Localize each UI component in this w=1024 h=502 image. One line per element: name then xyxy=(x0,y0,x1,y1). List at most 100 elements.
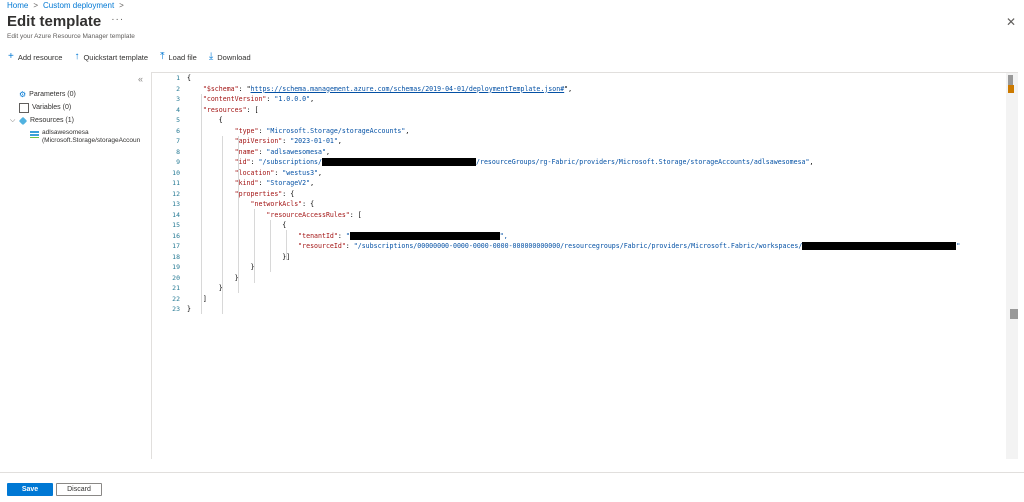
variables-label: Variables (0) xyxy=(32,104,72,111)
line-number: 22 xyxy=(172,294,180,303)
redacted-block xyxy=(349,231,500,240)
document-icon xyxy=(19,102,29,113)
line-number: 21 xyxy=(172,284,180,292)
save-button[interactable]: Save xyxy=(7,483,53,496)
line-number-gutter: 1 2 3 4 5 6 7 8 9 10 11 12 13 14 15 16 17 18 19 20 21 22 23 xyxy=(152,73,180,315)
line-number: 2 xyxy=(176,84,180,93)
quickstart-label: Quickstart template xyxy=(83,52,149,62)
add-resource-label: Add resource xyxy=(17,52,63,62)
code-line-23: } xyxy=(187,305,191,313)
line-number: 10 xyxy=(172,168,180,177)
download-button[interactable]: ⤓ Download xyxy=(209,52,251,62)
code-line-20: } xyxy=(187,273,239,282)
code-line-14: "resourceAccessRules": [ xyxy=(266,210,362,219)
line-number: 20 xyxy=(172,273,180,282)
code-line-8: "name": "adlsawesomesa", xyxy=(234,147,330,156)
code-line-15: { xyxy=(187,221,287,229)
breadcrumb-home[interactable]: Home xyxy=(7,1,28,10)
code-editor[interactable]: 1 2 3 4 5 6 7 8 9 10 11 12 13 14 15 16 17 18 19 20 21 22 23 { … xyxy=(151,72,1018,459)
scrollbar-marker xyxy=(1008,85,1014,93)
load-file-label: Load file xyxy=(168,52,197,62)
schema-link[interactable]: https://schema.management.azure.com/sche… xyxy=(251,85,565,93)
resource-name: adlsawesomesa xyxy=(42,129,89,136)
line-number: 9 xyxy=(176,158,180,166)
gear-icon: ⚙ xyxy=(19,90,27,99)
code-line-19: } xyxy=(187,263,255,271)
upload-icon: ⤒ xyxy=(160,51,165,62)
more-options-icon[interactable]: ··· xyxy=(111,14,124,25)
breadcrumb: Home > Custom deployment > xyxy=(7,1,124,10)
redacted-block xyxy=(802,242,957,250)
breadcrumb-separator-icon: > xyxy=(33,1,39,10)
title-row: Edit template ··· xyxy=(7,13,124,30)
parameters-label: Parameters (0) xyxy=(29,91,76,98)
tree-item-resources[interactable]: ⌵ Resources (1) xyxy=(10,114,140,127)
storage-account-icon xyxy=(30,131,39,138)
line-number: 12 xyxy=(172,189,180,198)
line-number: 15 xyxy=(172,221,180,229)
collapse-pane-icon[interactable]: « xyxy=(138,74,143,84)
toolbar: + Add resource ↑ Quickstart template ⤒ L… xyxy=(8,52,251,62)
page-title: Edit template xyxy=(7,13,102,30)
breadcrumb-custom-deployment[interactable]: Custom deployment xyxy=(43,1,114,10)
line-number: 17 xyxy=(172,242,180,250)
code-line-16: "tenantId": " ", xyxy=(298,231,508,240)
redacted-block xyxy=(322,158,477,166)
line-number: 6 xyxy=(176,126,180,135)
resource-text: adlsawesomesa (Microsoft.Storage/storage… xyxy=(42,129,140,145)
template-tree: ⚙ Parameters (0) Variables (0) ⌵ Resourc… xyxy=(10,88,140,145)
line-number: 1 xyxy=(176,74,180,82)
resources-label: Resources (1) xyxy=(30,117,74,124)
code-line-3: "contentVersion": "1.0.0.0", xyxy=(202,95,315,103)
download-label: Download xyxy=(217,52,251,62)
line-number: 19 xyxy=(172,263,180,271)
code-line-13: "networkAcls": { xyxy=(250,200,315,208)
overflow-scroll-marker[interactable] xyxy=(1010,309,1018,319)
line-number: 11 xyxy=(172,179,180,187)
code-line-11: "kind": "StorageV2", xyxy=(234,179,315,187)
tree-item-variables[interactable]: Variables (0) xyxy=(10,101,140,114)
code-line-6: "type": "Microsoft.Storage/storageAccoun… xyxy=(234,126,410,135)
line-number: 18 xyxy=(172,252,180,261)
page-subtitle: Edit your Azure Resource Manager templat… xyxy=(7,33,135,40)
line-number: 16 xyxy=(172,231,180,240)
code-line-22: ] xyxy=(187,294,207,303)
line-number: 7 xyxy=(176,137,180,145)
add-resource-button[interactable]: + Add resource xyxy=(8,52,62,62)
code-line-21: } xyxy=(187,284,223,292)
code-line-2: "$schema": "https://schema.management.az… xyxy=(202,84,573,93)
code-line-4: "resources": [ xyxy=(202,105,259,114)
plus-icon: + xyxy=(8,51,14,62)
footer-bar: Save Discard xyxy=(0,472,1024,502)
breadcrumb-separator-icon: > xyxy=(119,1,124,10)
chevron-down-icon[interactable]: ⌵ xyxy=(10,117,16,125)
code-line-7: "apiVersion": "2023-01-01", xyxy=(234,137,342,145)
code-content[interactable]: { "$schema": "https://schema.management.… xyxy=(187,73,1002,315)
code-line-18: }] xyxy=(187,252,291,261)
tree-item-parameters[interactable]: ⚙ Parameters (0) xyxy=(10,88,140,101)
resource-type: (Microsoft.Storage/storageAccoun xyxy=(42,137,141,144)
code-line-17: "resourceId": "/subscriptions/00000000-0… xyxy=(298,242,961,250)
line-number: 4 xyxy=(176,105,180,114)
template-outline-pane: « ⚙ Parameters (0) Variables (0) ⌵ Resou… xyxy=(0,72,150,462)
code-line-9: "id": "/subscriptions//resourceGroups/rg… xyxy=(234,158,814,166)
line-number: 14 xyxy=(172,210,180,219)
vertical-scrollbar[interactable] xyxy=(1006,73,1018,459)
code-line-5: { xyxy=(187,116,223,124)
resources-cube-icon xyxy=(18,116,28,125)
line-number: 23 xyxy=(172,305,180,313)
quickstart-template-button[interactable]: ↑ Quickstart template xyxy=(74,52,148,62)
line-number: 3 xyxy=(176,95,180,103)
code-line-10: "location": "westus3", xyxy=(234,168,323,177)
code-line-1: { xyxy=(187,74,191,82)
code-line-12: "properties": { xyxy=(234,189,295,198)
discard-button[interactable]: Discard xyxy=(56,483,102,496)
close-icon[interactable]: ✕ xyxy=(1006,15,1016,29)
tree-item-storage-account[interactable]: adlsawesomesa (Microsoft.Storage/storage… xyxy=(30,129,140,145)
load-file-button[interactable]: ⤒ Load file xyxy=(160,52,197,62)
download-icon: ⤓ xyxy=(208,51,214,62)
line-number: 5 xyxy=(176,116,180,124)
line-number: 8 xyxy=(176,147,180,156)
arrow-up-icon: ↑ xyxy=(74,51,80,62)
line-number: 13 xyxy=(172,200,180,208)
